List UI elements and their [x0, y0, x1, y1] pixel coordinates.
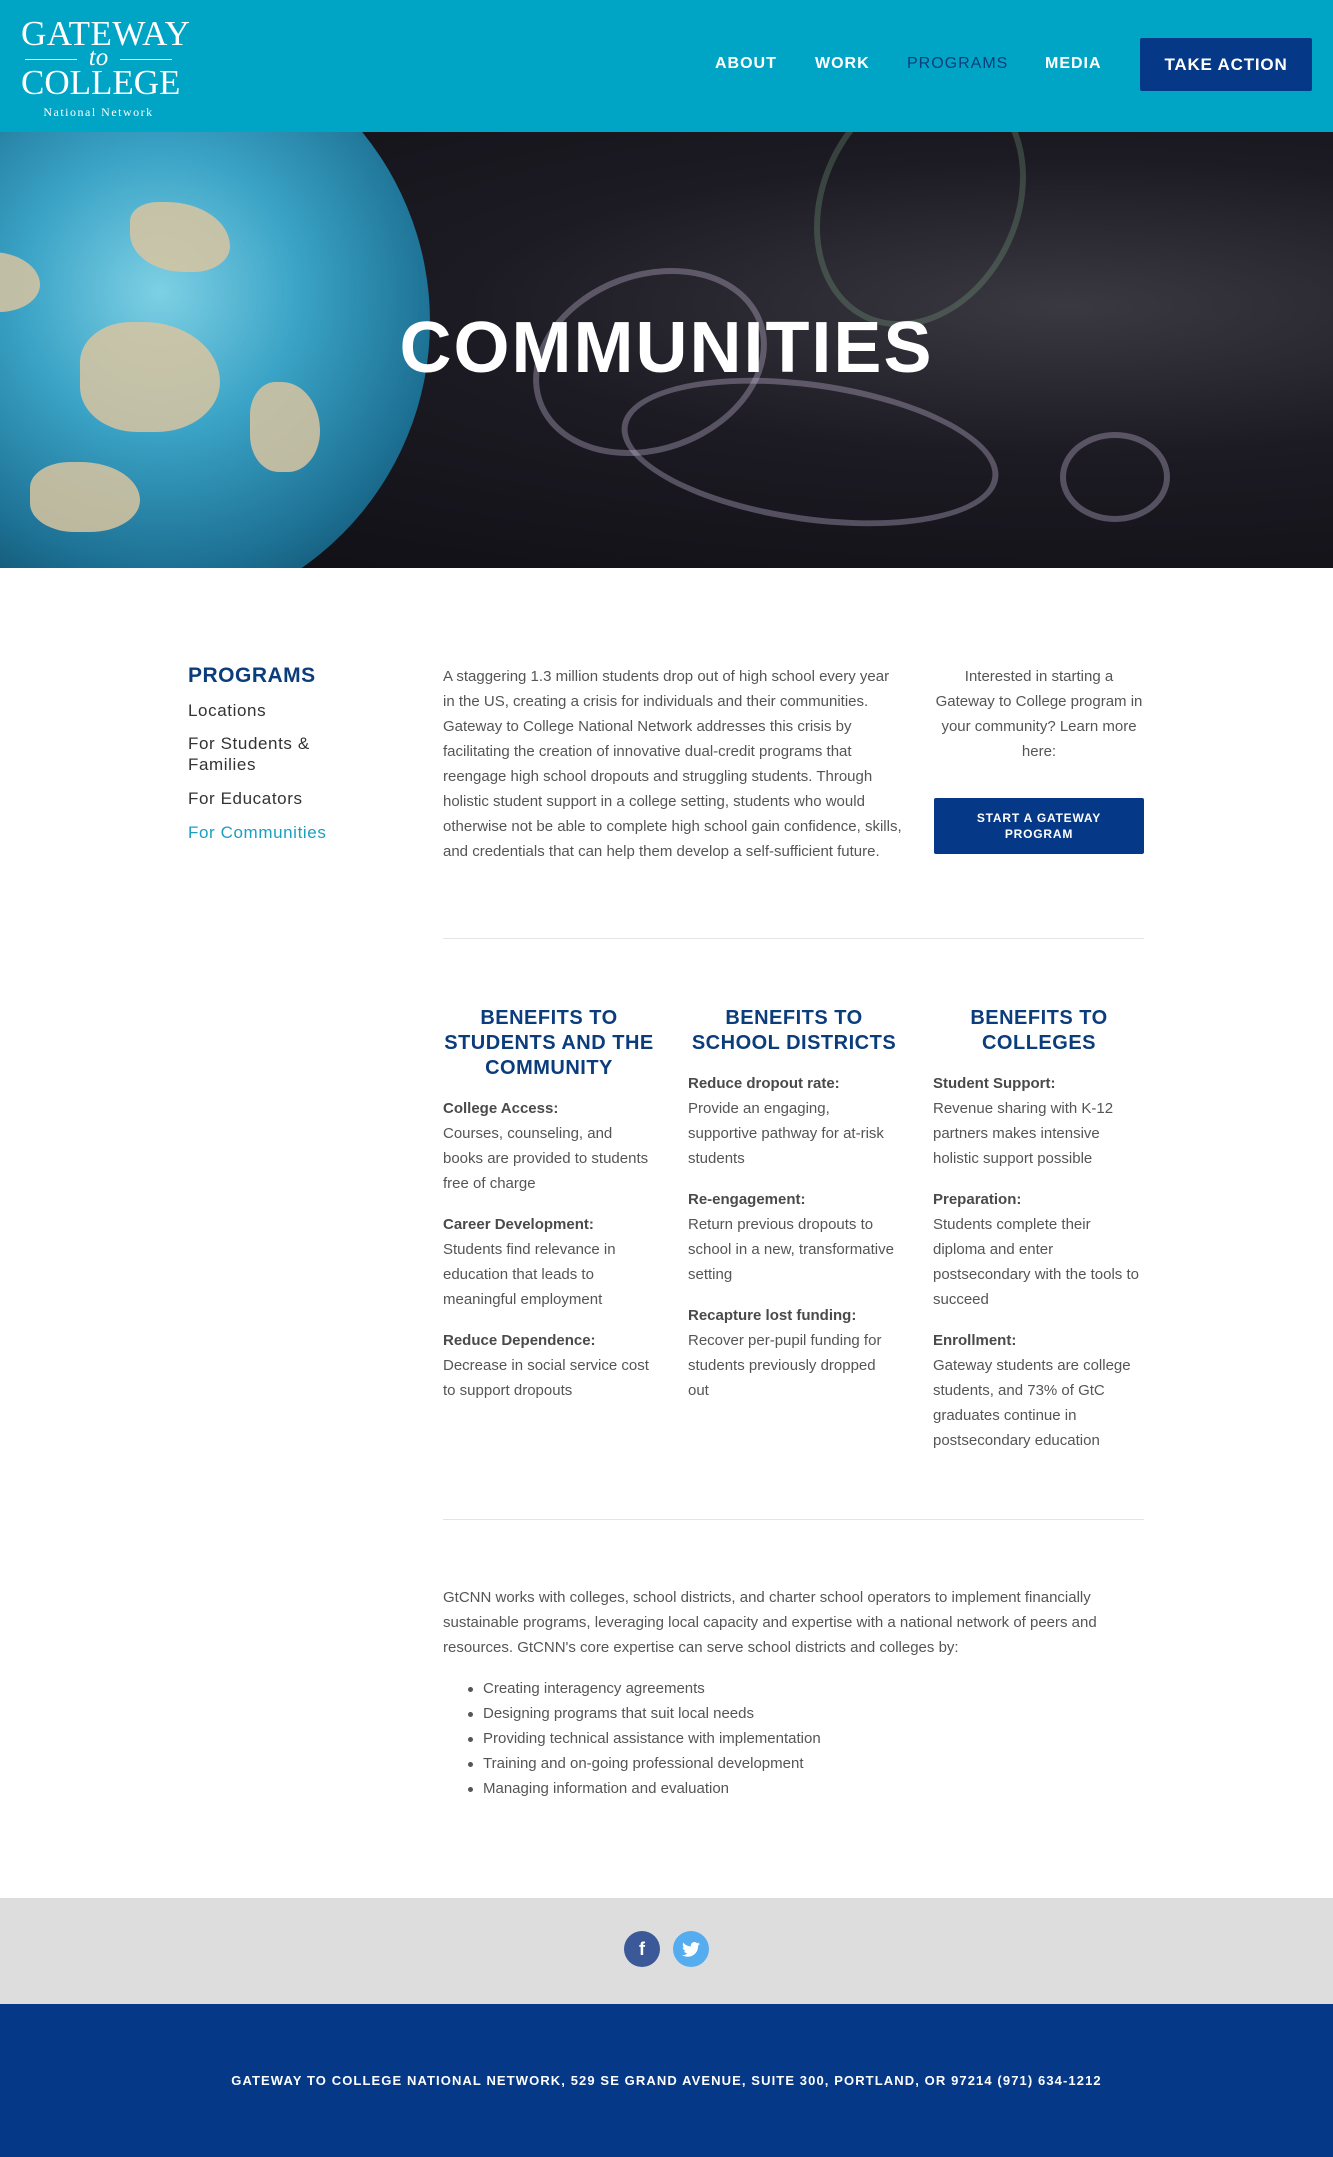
benefit-heading: Recapture lost funding:	[688, 1307, 857, 1324]
list-item: Training and on-going professional devel…	[443, 1751, 1144, 1776]
benefit-text: Decrease in social service cost to suppo…	[443, 1357, 649, 1399]
nav-work[interactable]: WORK	[815, 55, 870, 73]
site-footer: GATEWAY TO COLLEGE NATIONAL NETWORK, 529…	[0, 2004, 1333, 2157]
sidebar-item-educators[interactable]: For Educators	[188, 788, 303, 809]
benefit-item: Enrollment: Gateway students are college …	[933, 1328, 1145, 1453]
list-item: Designing programs that suit local needs	[443, 1701, 1144, 1726]
sidebar-item-communities[interactable]: For Communities	[188, 822, 326, 843]
nav-programs[interactable]: PROGRAMS	[907, 55, 1008, 73]
benefit-text: Gateway students are college students, a…	[933, 1357, 1131, 1449]
facebook-icon[interactable]: f	[624, 1931, 660, 1967]
benefit-heading: Enrollment:	[933, 1332, 1017, 1349]
start-gateway-program-button[interactable]: START A GATEWAY PROGRAM	[934, 798, 1144, 854]
benefits-districts-column: BENEFITS TO SCHOOL DISTRICTS Reduce drop…	[688, 1006, 900, 1419]
take-action-button[interactable]: TAKE ACTION	[1140, 38, 1312, 91]
footer-address: GATEWAY TO COLLEGE NATIONAL NETWORK, 529…	[231, 2073, 1102, 2088]
benefit-item: Student Support: Revenue sharing with K-1…	[933, 1071, 1145, 1171]
benefit-heading: Reduce Dependence:	[443, 1332, 596, 1349]
benefit-item: College Access: Courses, counseling, and …	[443, 1096, 655, 1196]
logo-line-3: COLLEGE	[21, 63, 181, 102]
site-header: GATEWAY to COLLEGE National Network ABOU…	[0, 0, 1333, 132]
benefit-heading: Re-engagement:	[688, 1191, 806, 1208]
site-logo[interactable]: GATEWAY to COLLEGE National Network	[21, 16, 190, 120]
benefit-heading: Student Support:	[933, 1075, 1056, 1092]
list-item: Managing information and evaluation	[443, 1776, 1144, 1801]
benefits-students-column: BENEFITS TO STUDENTS AND THE COMMUNITY C…	[443, 1006, 655, 1419]
logo-line-4: National Network	[43, 105, 154, 119]
benefit-item: Reduce dropout rate: Provide an engaging,…	[688, 1071, 900, 1171]
benefit-item: Career Development: Students find relevan…	[443, 1212, 655, 1312]
benefit-item: Reduce Dependence: Decrease in social ser…	[443, 1328, 655, 1403]
benefit-text: Return previous dropouts to school in a …	[688, 1216, 894, 1283]
benefit-text: Courses, counseling, and books are provi…	[443, 1125, 649, 1192]
page-title: COMMUNITIES	[399, 308, 934, 388]
benefits-colleges-column: BENEFITS TO COLLEGES Student Support: Rev…	[933, 1006, 1145, 1469]
benefit-item: Re-engagement: Return previous dropouts t…	[688, 1187, 900, 1287]
benefit-heading: College Access:	[443, 1100, 559, 1117]
sidebar-title: PROGRAMS	[188, 664, 316, 687]
benefits-heading: BENEFITS TO STUDENTS AND THE COMMUNITY	[444, 1007, 654, 1079]
start-program-prompt: Interested in starting a Gateway to Coll…	[935, 668, 1143, 760]
nav-about[interactable]: ABOUT	[715, 55, 777, 73]
benefit-item: Preparation: Students complete their dipl…	[933, 1187, 1145, 1312]
benefit-text: Recover per-pupil funding for students p…	[688, 1332, 882, 1399]
list-item: Providing technical assistance with impl…	[443, 1726, 1144, 1751]
closing-paragraph: GtCNN works with colleges, school distri…	[443, 1589, 1097, 1656]
logo-line-2: to	[21, 45, 176, 70]
list-item: Creating interagency agreements	[443, 1676, 1144, 1701]
benefits-heading: BENEFITS TO SCHOOL DISTRICTS	[691, 1007, 897, 1054]
benefit-text: Students find relevance in education tha…	[443, 1241, 616, 1308]
sidebar-item-students-families[interactable]: For Students & Families	[188, 733, 338, 775]
benefits-heading: BENEFITS TO COLLEGES	[970, 1007, 1108, 1054]
sidebar-item-locations[interactable]: Locations	[188, 700, 266, 721]
benefit-text: Revenue sharing with K-12 partners makes…	[933, 1100, 1114, 1167]
social-bar: f	[0, 1898, 1333, 2004]
benefit-heading: Career Development:	[443, 1216, 594, 1233]
section-divider	[443, 938, 1144, 939]
hero-banner: COMMUNITIES	[0, 132, 1333, 568]
twitter-icon[interactable]	[673, 1931, 709, 1967]
intro-paragraph: A staggering 1.3 million students drop o…	[443, 668, 902, 860]
expertise-list: Creating interagency agreements Designin…	[443, 1676, 1144, 1801]
nav-media[interactable]: MEDIA	[1045, 55, 1102, 73]
benefit-item: Recapture lost funding: Recover per-pupil…	[688, 1303, 900, 1403]
section-divider	[443, 1519, 1144, 1520]
benefit-heading: Reduce dropout rate:	[688, 1075, 840, 1092]
benefit-text: Students complete their diploma and ente…	[933, 1216, 1139, 1308]
twitter-bird-icon	[682, 1941, 700, 1957]
benefit-text: Provide an engaging, supportive pathway …	[688, 1100, 884, 1167]
benefit-heading: Preparation:	[933, 1191, 1022, 1208]
